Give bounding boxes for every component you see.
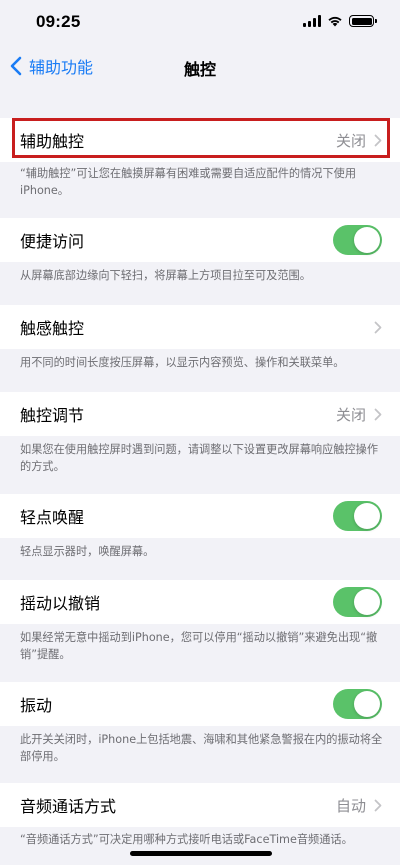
battery-icon xyxy=(349,15,377,27)
row-label: 音频通话方式 xyxy=(20,797,117,816)
row-reachability: 便捷访问 xyxy=(0,218,400,262)
footer-tap-to-wake: 轻点显示器时，唤醒屏幕。 xyxy=(20,545,155,558)
row-label: 触感触控 xyxy=(20,319,85,338)
footer-haptic-touch: 用不同的时间长度按压屏幕，以显示内容预览、操作和关联菜单。 xyxy=(20,356,345,369)
settings-group-shake-to-undo: 摇动以撤销 xyxy=(0,580,400,624)
row-label: 便捷访问 xyxy=(20,232,85,251)
shake-to-undo-toggle[interactable] xyxy=(333,587,382,617)
tap-to-wake-toggle[interactable] xyxy=(333,501,382,531)
wifi-icon xyxy=(328,16,342,27)
settings-group-reachability: 便捷访问 xyxy=(0,218,400,262)
vibration-toggle[interactable] xyxy=(333,689,382,719)
chevron-right-icon xyxy=(374,321,382,333)
settings-group-call-audio-routing: 音频通话方式 自动 xyxy=(0,783,400,827)
row-value: 关闭 xyxy=(335,405,366,424)
row-vibration: 振动 xyxy=(0,682,400,726)
footer-shake-to-undo: 如果经常无意中摇动到iPhone，您可以停用“摇动以撤销”来避免出现“撤销”提醒… xyxy=(20,631,378,661)
settings-group-haptic-touch: 触感触控 xyxy=(0,305,400,349)
row-value: 自动 xyxy=(335,796,366,815)
footer-touch-accommodations: 如果您在使用触控屏时遇到问题，请调整以下设置更改屏幕响应触控操作的方式。 xyxy=(20,443,379,473)
footer-vibration: 此开关关闭时，iPhone上包括地震、海啸和其他紧急警报在内的振动将全部停用。 xyxy=(20,733,383,763)
row-label: 振动 xyxy=(20,696,53,715)
row-label: 摇动以撤销 xyxy=(20,594,101,613)
row-tap-to-wake: 轻点唤醒 xyxy=(0,494,400,538)
cellular-signal-icon xyxy=(303,15,321,27)
highlight-box xyxy=(12,118,390,158)
status-icons xyxy=(303,15,377,27)
row-label: 轻点唤醒 xyxy=(20,508,85,527)
home-indicator[interactable] xyxy=(130,851,272,856)
status-time: 09:25 xyxy=(36,12,81,31)
row-haptic-touch[interactable]: 触感触控 xyxy=(0,305,400,349)
chevron-right-icon xyxy=(374,408,382,420)
row-call-audio-routing[interactable]: 音频通话方式 自动 xyxy=(0,783,400,827)
page-title: 触控 xyxy=(183,60,216,79)
navigation-bar: 辅助功能 触控 xyxy=(0,44,400,88)
settings-group-tap-to-wake: 轻点唤醒 xyxy=(0,494,400,538)
footer-assistive-touch: “辅助触控”可让您在触摸屏幕有困难或需要自适应配件的情况下使用iPhone。 xyxy=(20,167,357,197)
footer-reachability: 从屏幕底部边缘向下轻扫，将屏幕上方项目拉至可及范围。 xyxy=(20,269,311,282)
row-touch-accommodations[interactable]: 触控调节 关闭 xyxy=(0,392,400,436)
settings-group-touch-accommodations: 触控调节 关闭 xyxy=(0,392,400,436)
footer-call-audio-routing: “音频通话方式”可决定用哪种方式接听电话或FaceTime音频通话。 xyxy=(20,833,353,846)
status-bar: 09:25 xyxy=(0,0,400,44)
reachability-toggle[interactable] xyxy=(333,225,382,255)
chevron-right-icon xyxy=(374,799,382,811)
row-shake-to-undo: 摇动以撤销 xyxy=(0,580,400,624)
settings-group-vibration: 振动 xyxy=(0,682,400,726)
row-label: 触控调节 xyxy=(20,406,85,425)
